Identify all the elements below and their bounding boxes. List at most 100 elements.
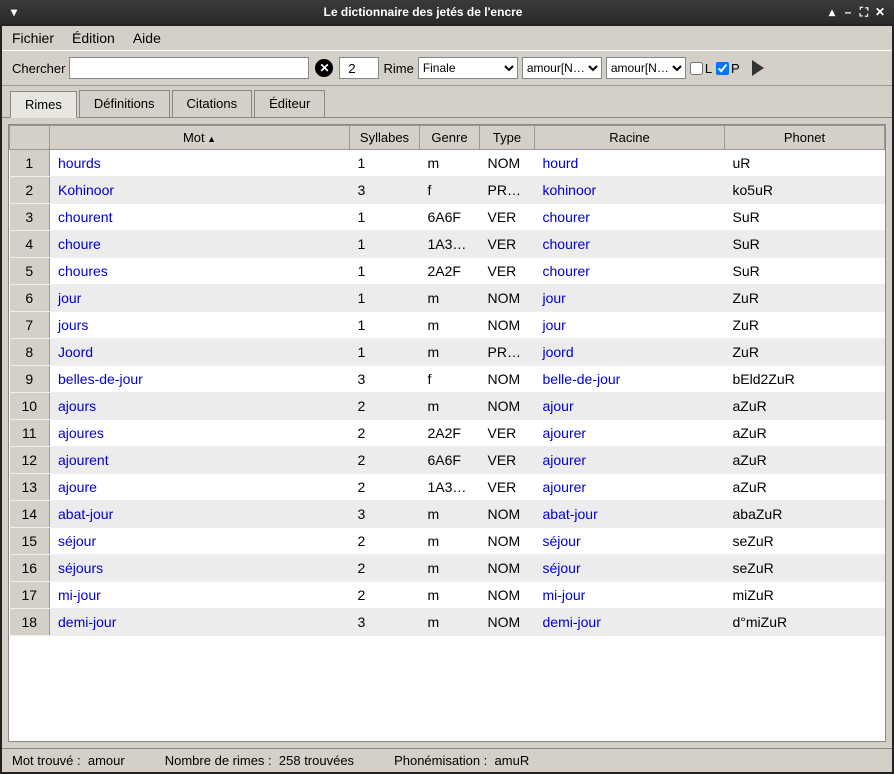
table-row[interactable]: 11ajoures22A2FVERajoureraZuR	[10, 420, 885, 447]
tab-editeur[interactable]: Éditeur	[254, 90, 325, 117]
cell-mot[interactable]: chourent	[50, 204, 350, 231]
cell-rownum: 4	[10, 231, 50, 258]
cell-racine[interactable]: abat-jour	[535, 501, 725, 528]
cell-racine[interactable]: kohinoor	[535, 177, 725, 204]
table-row[interactable]: 2Kohinoor3fPR…kohinoorko5uR	[10, 177, 885, 204]
menu-help[interactable]: Aide	[133, 30, 161, 46]
cell-syl: 2	[350, 474, 420, 501]
rollup-icon[interactable]: ▴	[824, 5, 840, 19]
col-type[interactable]: Type	[480, 126, 535, 150]
table-row[interactable]: 1hourds1mNOMhourduR	[10, 150, 885, 177]
table-row[interactable]: 14abat-jour3mNOMabat-jourabaZuR	[10, 501, 885, 528]
table-scroll[interactable]: Mot Syllabes Genre Type Racine Phonet 1h…	[8, 124, 886, 742]
cell-genre: m	[420, 285, 480, 312]
table-row[interactable]: 8Joord1mPR…joordZuR	[10, 339, 885, 366]
col-mot[interactable]: Mot	[50, 126, 350, 150]
table-row[interactable]: 10ajours2mNOMajouraZuR	[10, 393, 885, 420]
cell-mot[interactable]: ajoure	[50, 474, 350, 501]
cell-racine[interactable]: chourer	[535, 258, 725, 285]
cell-mot[interactable]: Joord	[50, 339, 350, 366]
cell-mot[interactable]: abat-jour	[50, 501, 350, 528]
table-row[interactable]: 17mi-jour2mNOMmi-jourmiZuR	[10, 582, 885, 609]
cell-mot[interactable]: demi-jour	[50, 609, 350, 636]
cell-mot[interactable]: mi-jour	[50, 582, 350, 609]
maximize-icon[interactable]: ⛶	[856, 5, 872, 20]
cell-phon: SuR	[725, 231, 885, 258]
checkbox-p[interactable]: P	[716, 61, 740, 76]
cell-racine[interactable]: demi-jour	[535, 609, 725, 636]
cell-mot[interactable]: hourds	[50, 150, 350, 177]
tab-rimes[interactable]: Rimes	[10, 91, 77, 118]
cell-genre: f	[420, 366, 480, 393]
table-row[interactable]: 4choure11A3…VERchourerSuR	[10, 231, 885, 258]
clear-search-button[interactable]: ✕	[313, 57, 335, 79]
cell-mot[interactable]: ajoures	[50, 420, 350, 447]
cell-racine[interactable]: ajour	[535, 393, 725, 420]
filter1-select[interactable]: amour[N…	[522, 57, 602, 79]
cell-racine[interactable]: mi-jour	[535, 582, 725, 609]
search-input[interactable]	[69, 57, 309, 79]
cell-mot[interactable]: belles-de-jour	[50, 366, 350, 393]
tab-definitions[interactable]: Définitions	[79, 90, 170, 117]
cell-racine[interactable]: ajourer	[535, 420, 725, 447]
cell-racine[interactable]: joord	[535, 339, 725, 366]
cell-phon: seZuR	[725, 528, 885, 555]
play-button[interactable]	[744, 57, 766, 79]
table-row[interactable]: 13ajoure21A3…VERajoureraZuR	[10, 474, 885, 501]
cell-racine[interactable]: ajourer	[535, 447, 725, 474]
col-syllabes[interactable]: Syllabes	[350, 126, 420, 150]
cell-mot[interactable]: séjour	[50, 528, 350, 555]
menu-edit[interactable]: Édition	[72, 30, 115, 46]
cell-mot[interactable]: ajourent	[50, 447, 350, 474]
table-row[interactable]: 9belles-de-jour3fNOMbelle-de-jourbEld2Zu…	[10, 366, 885, 393]
cell-mot[interactable]: séjours	[50, 555, 350, 582]
cell-mot[interactable]: choures	[50, 258, 350, 285]
table-row[interactable]: 12ajourent26A6FVERajoureraZuR	[10, 447, 885, 474]
tab-citations[interactable]: Citations	[172, 90, 253, 117]
checkbox-p-input[interactable]	[716, 62, 729, 75]
cell-rownum: 2	[10, 177, 50, 204]
cell-rownum: 9	[10, 366, 50, 393]
cell-racine[interactable]: chourer	[535, 231, 725, 258]
syllable-count-input[interactable]	[339, 57, 379, 79]
cell-genre: 1A3…	[420, 474, 480, 501]
cell-mot[interactable]: jours	[50, 312, 350, 339]
filter2-select[interactable]: amour[N…	[606, 57, 686, 79]
cell-mot[interactable]: ajours	[50, 393, 350, 420]
table-row[interactable]: 7jours1mNOMjourZuR	[10, 312, 885, 339]
table-row[interactable]: 3chourent16A6FVERchourerSuR	[10, 204, 885, 231]
table-row[interactable]: 18demi-jour3mNOMdemi-jourd°miZuR	[10, 609, 885, 636]
cell-genre: m	[420, 339, 480, 366]
table-row[interactable]: 16séjours2mNOMséjourseZuR	[10, 555, 885, 582]
cell-racine[interactable]: ajourer	[535, 474, 725, 501]
cell-mot[interactable]: jour	[50, 285, 350, 312]
cell-mot[interactable]: choure	[50, 231, 350, 258]
close-icon[interactable]: ✕	[872, 5, 888, 19]
cell-racine[interactable]: belle-de-jour	[535, 366, 725, 393]
col-rownum[interactable]	[10, 126, 50, 150]
col-racine[interactable]: Racine	[535, 126, 725, 150]
checkbox-l-input[interactable]	[690, 62, 703, 75]
menu-toggle-icon[interactable]: ▾	[6, 5, 22, 19]
cell-racine[interactable]: séjour	[535, 555, 725, 582]
minimize-icon[interactable]: –	[840, 5, 856, 19]
col-phonet[interactable]: Phonet	[725, 126, 885, 150]
cell-racine[interactable]: chourer	[535, 204, 725, 231]
cell-rownum: 17	[10, 582, 50, 609]
search-label: Chercher	[12, 61, 65, 76]
cell-syl: 1	[350, 204, 420, 231]
cell-racine[interactable]: hourd	[535, 150, 725, 177]
cell-mot[interactable]: Kohinoor	[50, 177, 350, 204]
table-row[interactable]: 6jour1mNOMjourZuR	[10, 285, 885, 312]
rime-type-select[interactable]: Finale	[418, 57, 518, 79]
col-genre[interactable]: Genre	[420, 126, 480, 150]
table-row[interactable]: 15séjour2mNOMséjourseZuR	[10, 528, 885, 555]
status-count: Nombre de rimes : 258 trouvées	[165, 753, 354, 768]
cell-racine[interactable]: séjour	[535, 528, 725, 555]
menu-file[interactable]: Fichier	[12, 30, 54, 46]
cell-racine[interactable]: jour	[535, 312, 725, 339]
checkbox-l[interactable]: L	[690, 61, 712, 76]
table-row[interactable]: 5choures12A2FVERchourerSuR	[10, 258, 885, 285]
rime-label: Rime	[383, 61, 413, 76]
cell-racine[interactable]: jour	[535, 285, 725, 312]
